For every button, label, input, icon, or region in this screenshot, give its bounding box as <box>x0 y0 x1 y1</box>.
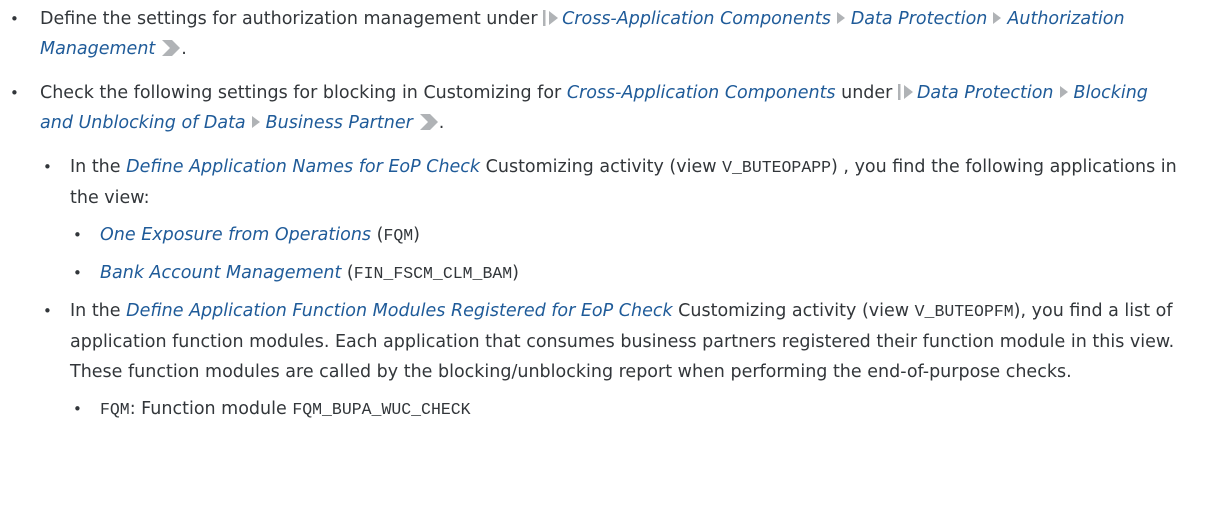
path-end-icon <box>162 40 181 56</box>
code-text: FQM_BUPA_WUC_CHECK <box>292 400 471 419</box>
item-text: ) <box>413 225 420 245</box>
menu-path-link[interactable]: Data Protection <box>917 83 1054 103</box>
item-text: ( <box>341 263 354 283</box>
item-text: under <box>835 83 898 103</box>
bullet: • <box>10 84 19 102</box>
item-text: In the <box>70 157 127 177</box>
code-text: V_BUTEOPFM <box>914 302 1014 321</box>
item-text: . <box>181 39 187 59</box>
item-text: Define the settings for authorization ma… <box>40 9 544 29</box>
path-start-icon <box>543 10 559 26</box>
item-text: . <box>438 113 445 133</box>
path-start-icon <box>897 84 913 100</box>
path-separator-icon <box>251 116 260 128</box>
path-separator-icon <box>836 12 845 24</box>
code-text: V_BUTEOPAPP <box>722 158 832 177</box>
list-item: • FQM: Function module FQM_BUPA_WUC_CHEC… <box>0 394 1180 425</box>
item-text: Check the following settings for blockin… <box>40 83 567 103</box>
code-text: FQM <box>100 400 130 419</box>
path-separator-icon <box>1059 86 1068 98</box>
document-body: • Define the settings for authorization … <box>0 0 1215 425</box>
menu-path-link[interactable]: Data Protection <box>851 9 988 29</box>
item-text: : Function module <box>129 399 293 419</box>
bullet: • <box>43 302 52 320</box>
path-end-icon <box>419 114 438 130</box>
application-link[interactable]: Bank Account Management <box>100 263 341 283</box>
list-item: • In the Define Application Names for Eo… <box>0 152 1180 213</box>
item-text: In the <box>70 301 127 321</box>
item-text: Customizing activity (view <box>672 301 915 321</box>
item-text: ( <box>371 225 384 245</box>
code-text: FQM <box>383 226 414 245</box>
bullet: • <box>73 264 82 282</box>
list-item: • Check the following settings for block… <box>0 78 1170 138</box>
menu-path-link[interactable]: Business Partner <box>266 113 413 133</box>
bullet: • <box>73 400 82 418</box>
customizing-activity-link[interactable]: Define Application Names for EoP Check <box>126 157 480 177</box>
bullet: • <box>43 158 52 176</box>
path-separator-icon <box>993 12 1002 24</box>
application-link[interactable]: One Exposure from Operations <box>100 225 371 245</box>
customizing-activity-link[interactable]: Define Application Function Modules Regi… <box>126 301 672 321</box>
item-text: ) <box>512 263 519 283</box>
list-item: • In the Define Application Function Mod… <box>0 296 1180 387</box>
bullet: • <box>10 10 19 28</box>
list-item: • One Exposure from Operations (FQM) <box>0 220 1180 251</box>
code-text: FIN_FSCM_CLM_BAM <box>353 264 513 283</box>
item-text: Customizing activity (view <box>480 157 723 177</box>
list-item: • Bank Account Management (FIN_FSCM_CLM_… <box>0 258 1180 289</box>
list-item: • Define the settings for authorization … <box>0 4 1170 64</box>
menu-path-link[interactable]: Cross-Application Components <box>562 9 831 29</box>
bullet: • <box>73 226 82 244</box>
customizing-link[interactable]: Cross-Application Components <box>567 83 836 103</box>
